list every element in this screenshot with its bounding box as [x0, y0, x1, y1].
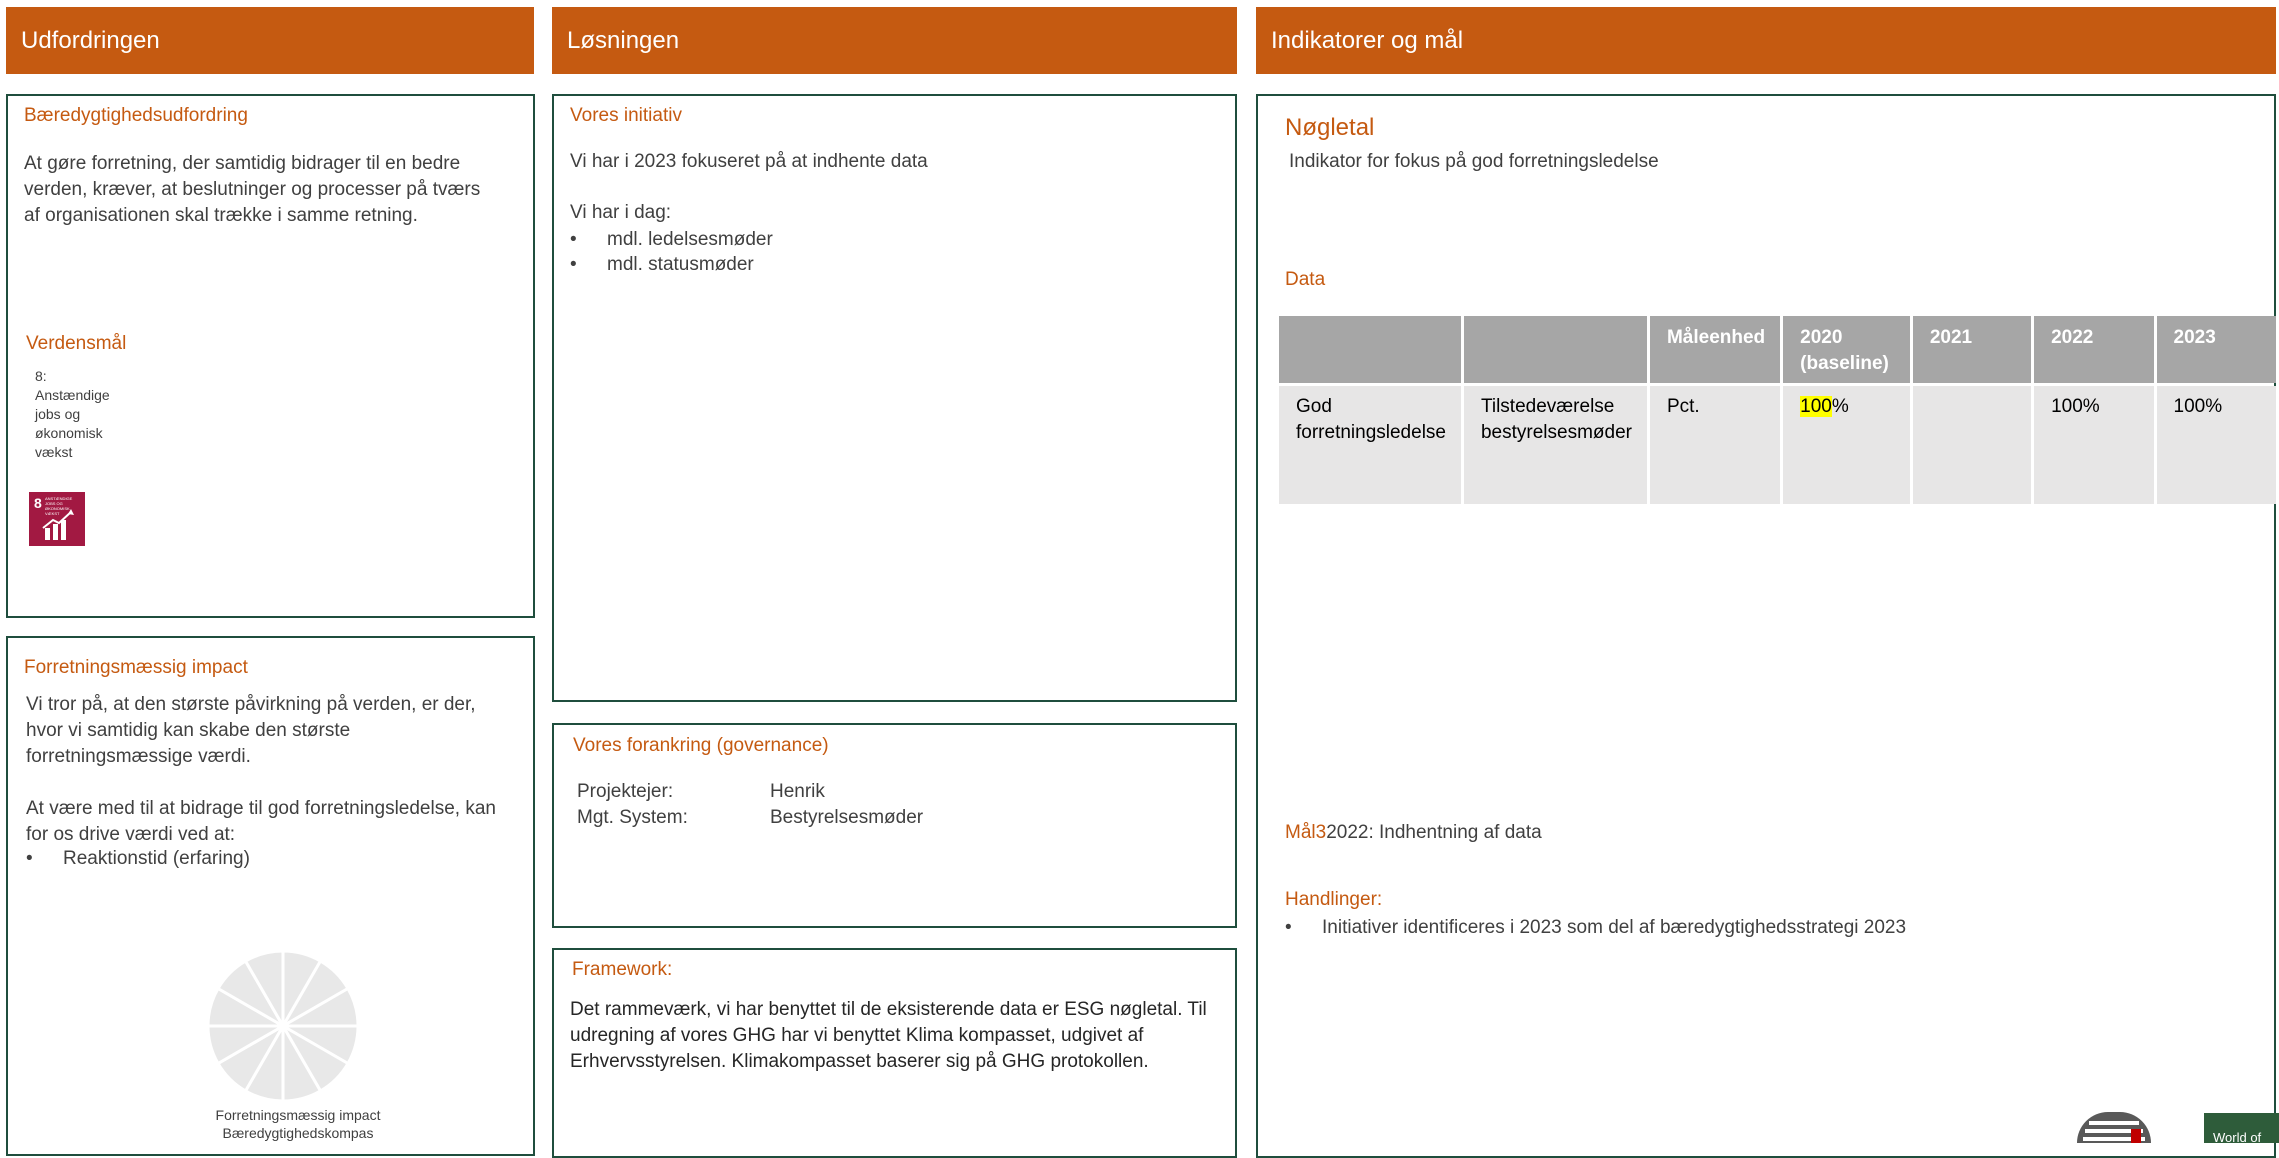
goal-label-line: jobs og: [35, 406, 81, 422]
governance-title: Vores forankring (governance): [573, 735, 829, 756]
table-cell: Tilstedeværelse bestyrelsesmøder: [1463, 386, 1647, 504]
table-header-row: Måleenhed 2020 (baseline) 2021 2022 2023: [1279, 316, 2276, 383]
table-header-cell: Måleenhed: [1649, 316, 1781, 383]
impact-text-1: Vi tror på, at den største påvirkning på…: [26, 694, 476, 767]
sdg-8-icon: 8 ANSTÆNDIGE JOBS OG ØKONOMISK VÆKST: [29, 492, 85, 546]
table-cell: 100%: [1783, 386, 1910, 504]
compass-caption-line-2: Bæredygtighedskompas: [222, 1125, 374, 1141]
list-item: mdl. ledelsesmøder: [570, 227, 773, 252]
governance-value: Henrik: [770, 781, 825, 802]
compass-caption-line-1: Forretningsmæssig impact: [215, 1107, 381, 1123]
table-header-cell: [1279, 316, 1461, 383]
growth-chart-icon: [42, 509, 74, 540]
header-loesningen: Løsningen: [552, 7, 1237, 74]
initiative-box: [552, 94, 1237, 702]
goal-label-line: vækst: [35, 444, 73, 460]
table-cell: God forretningsledelse: [1279, 386, 1461, 504]
challenge-text: At gøre forretning, der samtidig bidrage…: [24, 153, 481, 226]
world-of-text: World of: [2213, 1130, 2262, 1143]
table-header-cell: 2022: [2034, 316, 2154, 383]
initiative-bullets: mdl. ledelsesmøder mdl. statusmøder: [570, 227, 773, 277]
value-unit: %: [1831, 396, 1849, 417]
challenge-title: Bæredygtighedsudfordring: [24, 105, 248, 126]
list-item: mdl. statusmøder: [570, 252, 773, 277]
impact-text-2: At være med til at bidrage til god forre…: [26, 798, 496, 845]
governance-label: Projektejer:: [577, 781, 674, 802]
table-cell: [1912, 386, 2032, 504]
goal-label: 8: Anstændige jobs og økonomisk vækst: [35, 367, 110, 462]
indicators-subtitle: Indikator for fokus på god forretningsle…: [1289, 151, 1659, 172]
governance-value: Bestyrelsesmøder: [770, 807, 924, 828]
header-indikatorer: Indikatorer og mål: [1256, 7, 2276, 74]
goal-line: Mål32022: Indhentning af data: [1285, 820, 1542, 846]
impact-bullets: Reaktionstid (erfaring): [26, 846, 250, 871]
framework-title: Framework:: [572, 959, 673, 980]
initiative-title: Vores initiativ: [570, 105, 682, 126]
table-cell: 100%: [2034, 386, 2154, 504]
goal-label-line: økonomisk: [35, 425, 103, 441]
indicators-box: [1256, 94, 2276, 1158]
governance-label: Mgt. System:: [577, 807, 688, 828]
logo-accent: [2131, 1129, 2141, 1143]
table-header-cell: 2023: [2156, 316, 2276, 383]
header-udfordringen: Udfordringen: [6, 7, 534, 74]
initiative-text-1: Vi har i 2023 fokuseret på at indhente d…: [570, 151, 928, 172]
compass-caption: Forretningsmæssig impact Bæredygtighedsk…: [148, 1106, 448, 1142]
list-item: Initiativer identificeres i 2023 som del…: [1285, 915, 1906, 940]
table-row: God forretningsledelse Tilstedeværelse b…: [1279, 386, 2276, 504]
indicators-title: Nøgletal: [1285, 114, 1375, 141]
data-table: Måleenhed 2020 (baseline) 2021 2022 2023…: [1276, 313, 2279, 507]
table-cell: Pct.: [1649, 386, 1781, 504]
table-header-cell: 2020 (baseline): [1783, 316, 1910, 383]
governance-row: Mgt. System: Bestyrelsesmøder: [577, 805, 923, 831]
logo-stripe: [2089, 1121, 2139, 1125]
framework-text: Det rammeværk, vi har benyttet til de ek…: [570, 999, 1207, 1072]
goal-label: Mål3: [1285, 822, 1327, 843]
table-header-cell: 2021: [1912, 316, 2032, 383]
goal-label-line: 8:: [35, 368, 47, 384]
world-goals-title: Verdensmål: [26, 333, 127, 354]
list-item: Reaktionstid (erfaring): [26, 846, 250, 871]
table-header-cell: [1463, 316, 1647, 383]
initiative-text-2: Vi har i dag:: [570, 202, 672, 223]
governance-row: Projektejer: Henrik: [577, 779, 825, 805]
data-title: Data: [1285, 269, 1326, 290]
actions-title: Handlinger:: [1285, 889, 1383, 910]
impact-title: Forretningsmæssig impact: [24, 657, 248, 678]
world-of-badge: World of: [2204, 1113, 2279, 1143]
goal-text: 2022: Indhentning af data: [1326, 822, 1542, 843]
sustainability-compass-graphic: [208, 951, 358, 1101]
actions-bullets: Initiativer identificeres i 2023 som del…: [1285, 915, 1906, 940]
highlighted-value: 100: [1800, 396, 1832, 417]
table-cell: 100%: [2156, 386, 2276, 504]
goal-label-line: Anstændige: [35, 387, 110, 403]
